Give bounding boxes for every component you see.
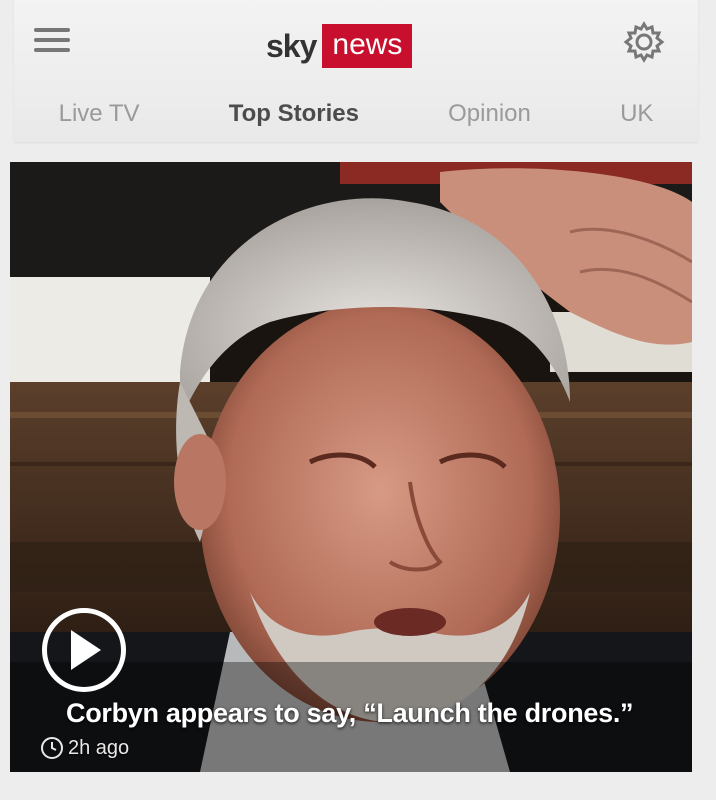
sky-news-logo[interactable]: sky news [266,22,413,70]
clock-icon [41,737,63,759]
gear-icon[interactable] [622,20,666,64]
story-timestamp: 2h ago [40,736,129,760]
play-button[interactable] [42,608,126,692]
logo-sky-text: sky [266,27,317,64]
story-headline[interactable]: Corbyn appears to say, “Launch the drone… [66,698,686,729]
section-tabs: Live TV Top Stories Opinion UK [14,92,698,136]
top-story-card[interactable]: Corbyn appears to say, “Launch the drone… [10,162,692,772]
hamburger-menu-icon[interactable] [34,28,72,56]
app-header: sky news Live TV Top Stories Opinion UK [14,0,698,142]
logo-news-badge: news [322,24,413,68]
tab-top-stories[interactable]: Top Stories [229,100,359,128]
play-icon [71,630,101,670]
tab-uk[interactable]: UK [620,100,653,128]
tab-opinion[interactable]: Opinion [448,100,531,128]
tab-live-tv[interactable]: Live TV [59,100,140,128]
story-time-text: 2h ago [68,736,130,759]
